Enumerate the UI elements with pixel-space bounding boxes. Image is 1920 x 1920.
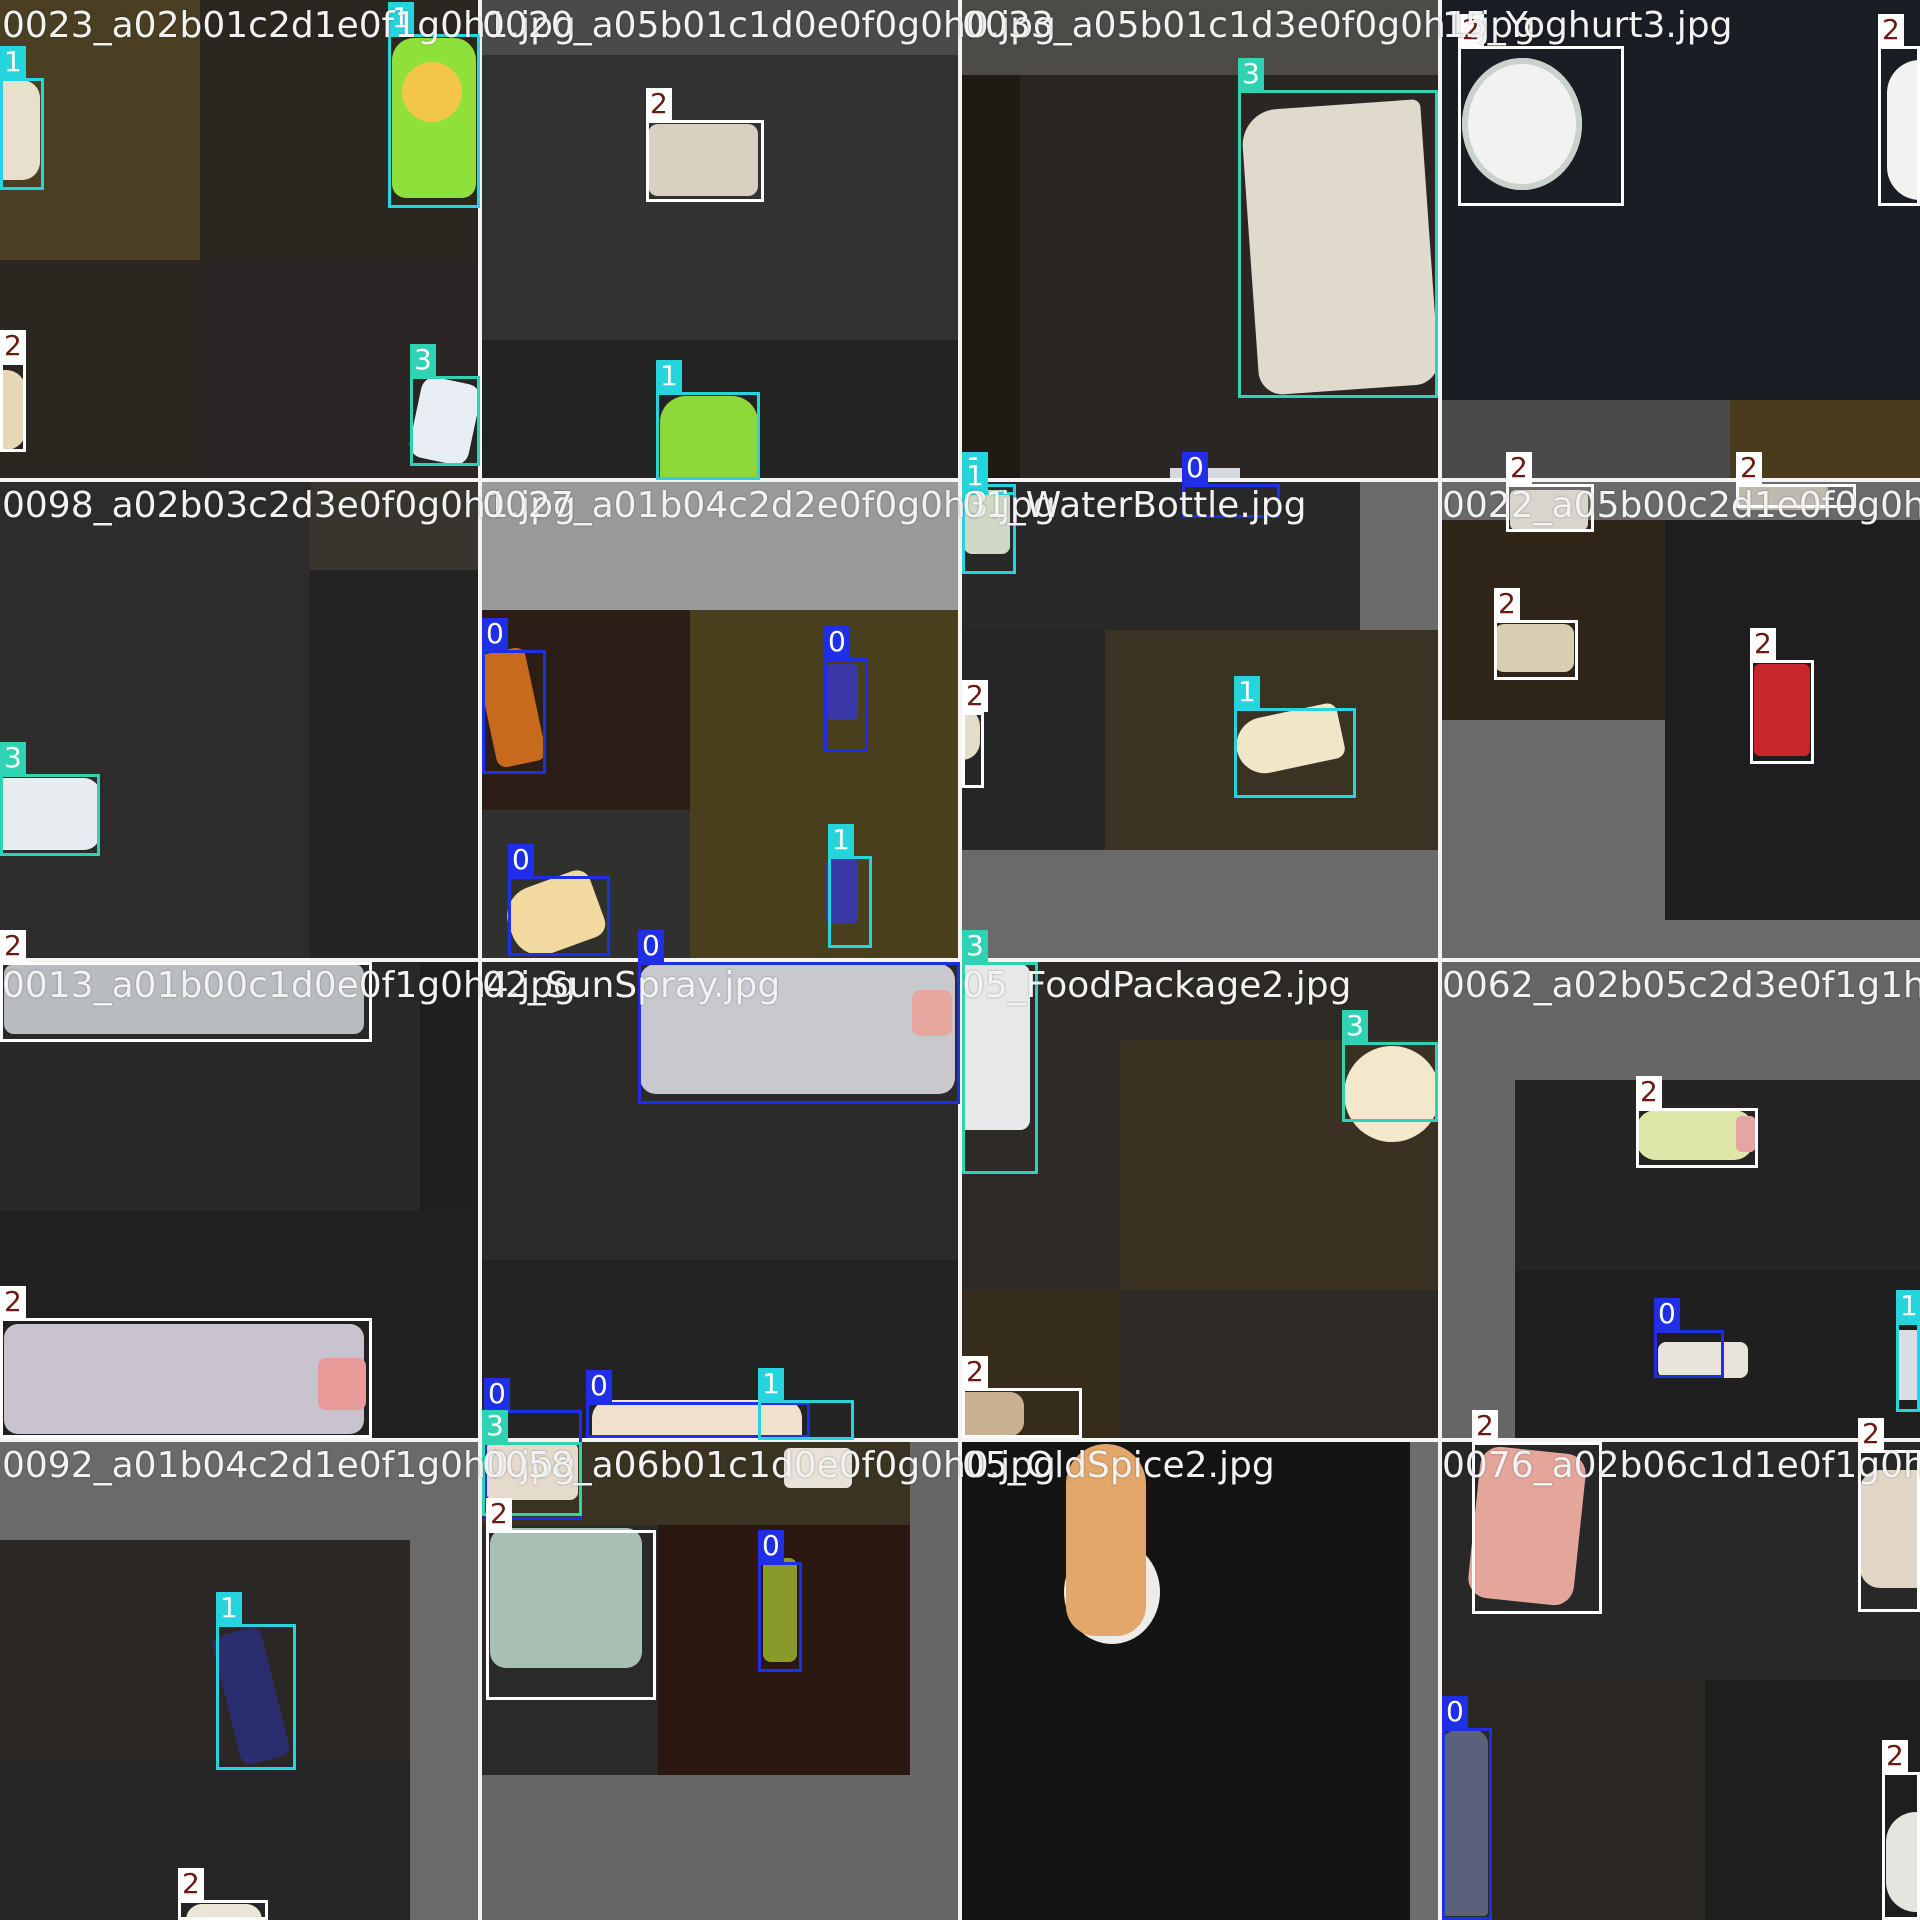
tile-15 [1440, 1440, 1920, 1920]
container-piece [486, 1442, 578, 1500]
tile-13 [480, 1440, 960, 1920]
small-bottle [1658, 1342, 1748, 1378]
deodorant-stick [1754, 664, 1810, 756]
image-mosaic [0, 0, 1920, 1920]
tile-1 [480, 0, 960, 480]
background-quadrant [1440, 400, 1730, 480]
dish-soap-bottle [660, 396, 758, 478]
yoghurt-lid [1462, 58, 1582, 190]
shower-gel-bottle [592, 1400, 802, 1440]
beverage-bottle [763, 1558, 797, 1662]
ajax-bottle [4, 964, 364, 1034]
tile-2 [960, 0, 1440, 480]
container-piece [1886, 1812, 1920, 1912]
takeaway-container [1240, 99, 1440, 396]
small-object [1736, 484, 1828, 510]
ajax-bottle [4, 1324, 364, 1434]
bottle-neck [960, 1392, 1024, 1436]
tile-8 [0, 960, 480, 1440]
bottle-cap [912, 990, 952, 1036]
storage-box [490, 1528, 642, 1668]
tile-11 [1440, 960, 1920, 1440]
yoghurt-lid-edge [1887, 60, 1920, 200]
tile-6 [960, 480, 1440, 960]
lotion-bottle [1466, 1444, 1588, 1608]
grid-separator [0, 478, 1920, 482]
container-piece [0, 370, 26, 450]
bottle-piece [1898, 1330, 1920, 1400]
food-tray [1494, 624, 1574, 672]
tile-5 [480, 480, 960, 960]
snack-wrapper [826, 858, 858, 924]
background-border [480, 0, 960, 55]
deodorant-gel [1066, 1444, 1146, 1636]
bottle-cap [318, 1358, 366, 1410]
background-quadrant [1730, 400, 1920, 480]
spray-bottle [640, 964, 955, 1094]
bottle-label [402, 62, 462, 122]
background-quadrant [420, 960, 480, 1210]
background-border [960, 0, 1440, 75]
background-quadrant [0, 1760, 410, 1920]
snack-wrapper [826, 664, 858, 720]
tile-10 [960, 960, 1440, 1440]
grid-separator [0, 1438, 1920, 1442]
background-quadrant [310, 480, 480, 570]
background-quadrant [1440, 520, 1665, 720]
bottle-cap [1736, 1116, 1756, 1152]
background-quadrant [960, 1440, 1410, 1920]
food-tray [648, 124, 758, 196]
food-container [960, 964, 1030, 1130]
background-quadrant [960, 75, 1020, 480]
background-quadrant [310, 570, 480, 960]
tile-9 [480, 960, 960, 1440]
background-quadrant [690, 610, 960, 810]
container-piece [186, 1904, 262, 1920]
tile-3 [1440, 0, 1920, 480]
tile-14 [960, 1440, 1440, 1920]
ketchup-bottle [1442, 1730, 1488, 1916]
grid-separator [0, 958, 1920, 962]
container-piece [1860, 1470, 1920, 1588]
tile-7 [1440, 480, 1920, 960]
small-object [1510, 490, 1588, 530]
tile-4 [0, 480, 480, 960]
plate [1344, 1046, 1440, 1142]
container-piece [0, 80, 40, 180]
water-bottle [964, 490, 1010, 554]
background-quadrant [690, 810, 960, 960]
tile-12 [0, 1440, 480, 1920]
background-quadrant [960, 480, 1360, 630]
tile-0 [0, 0, 480, 480]
background-quadrant [960, 630, 1105, 850]
small-object [784, 1448, 852, 1488]
cream-bottle [0, 778, 100, 850]
